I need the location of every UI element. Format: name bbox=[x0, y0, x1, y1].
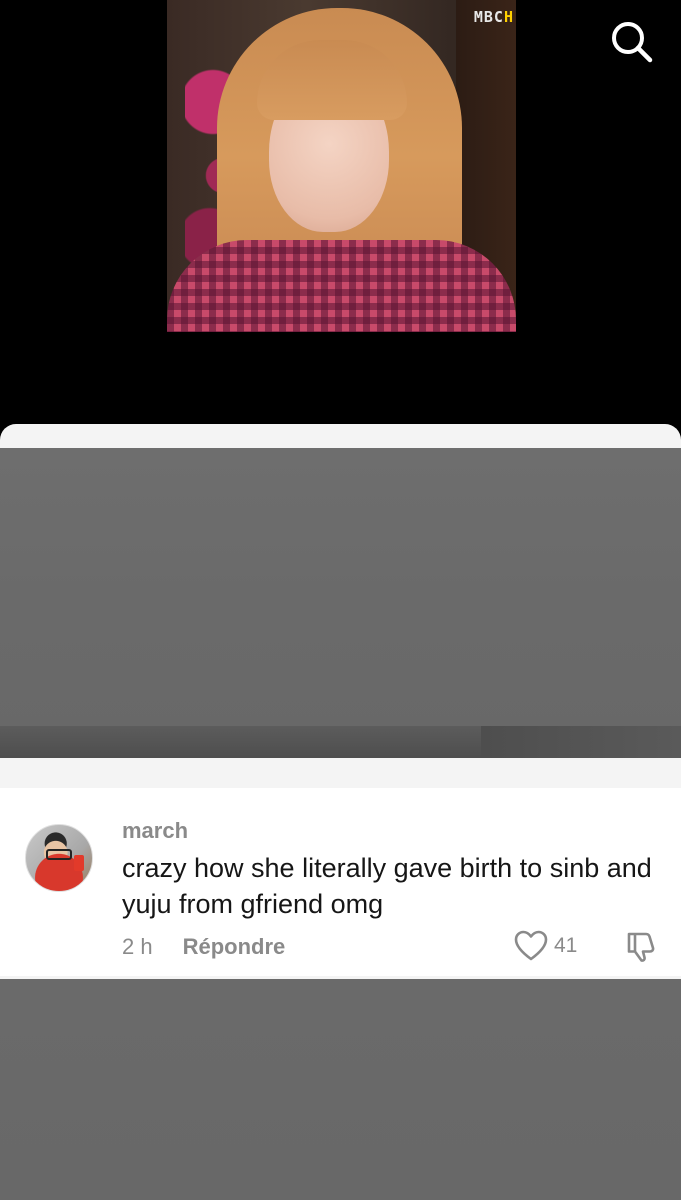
search-icon bbox=[612, 22, 653, 63]
like-button[interactable]: 41 bbox=[514, 930, 577, 962]
hidden-comment-placeholder-top bbox=[0, 448, 681, 758]
thumbs-down-icon bbox=[627, 932, 655, 962]
reply-button[interactable]: Répondre bbox=[183, 934, 286, 960]
placeholder-shadow-band bbox=[0, 726, 681, 758]
comments-sheet: march crazy how she literally gave birth… bbox=[0, 424, 681, 1200]
comment-meta: 2 h Répondre bbox=[122, 934, 285, 960]
video-thumbnail[interactable]: MBCH bbox=[167, 0, 516, 332]
search-button[interactable] bbox=[608, 18, 654, 64]
like-count: 41 bbox=[554, 934, 578, 957]
heart-outline-icon bbox=[514, 930, 548, 961]
app-root: MBCH march crazy how she literally gave … bbox=[0, 0, 681, 1200]
avatar-phone bbox=[74, 855, 84, 871]
dislike-button[interactable] bbox=[624, 930, 658, 964]
hidden-comment-placeholder-bottom bbox=[0, 979, 681, 1200]
avatar[interactable] bbox=[25, 824, 93, 892]
person-shirt bbox=[167, 240, 516, 332]
avatar-glasses bbox=[46, 849, 72, 860]
channel-logo: MBCH bbox=[474, 8, 514, 26]
comment-text: crazy how she literally gave birth to si… bbox=[122, 853, 652, 919]
comment-time: 2 h bbox=[122, 934, 153, 959]
comment-username[interactable]: march bbox=[122, 818, 188, 844]
comment-item: march crazy how she literally gave birth… bbox=[0, 788, 681, 976]
channel-logo-main: MBC bbox=[473, 8, 504, 26]
channel-logo-accent: H bbox=[503, 8, 514, 26]
